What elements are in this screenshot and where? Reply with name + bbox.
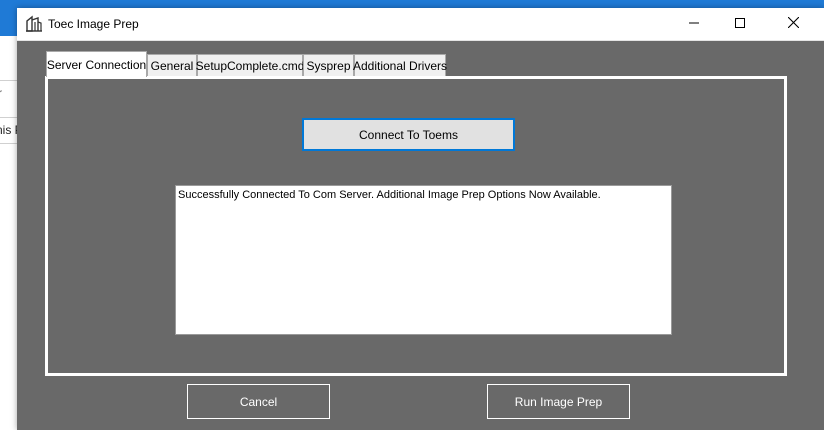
cancel-button-label: Cancel <box>239 394 278 409</box>
tab-general[interactable]: General <box>147 54 197 77</box>
maximize-icon <box>735 17 745 31</box>
close-button[interactable] <box>770 8 816 40</box>
tab-label: General <box>150 59 194 73</box>
connection-log-text: Successfully Connected To Com Server. Ad… <box>178 189 601 201</box>
window-title: Toec Image Prep <box>48 17 139 31</box>
minimize-icon <box>689 17 699 31</box>
tab-additional-drivers[interactable]: Additional Drivers <box>352 54 448 77</box>
close-icon <box>787 16 799 31</box>
title-bar[interactable]: Toec Image Prep <box>17 8 824 41</box>
tab-label: Sysprep <box>306 59 351 73</box>
toec-image-prep-window: Toec Image Prep Server Connection Genera… <box>17 8 824 430</box>
server-connection-panel: Connect To Toems Successfully Connected … <box>45 76 787 376</box>
tab-label: Server Connection <box>46 57 147 72</box>
connect-button-label: Connect To Toems <box>359 127 458 142</box>
tab-setupcomplete[interactable]: SetupComplete.cmd <box>195 54 305 77</box>
maximize-button[interactable] <box>717 8 763 40</box>
tab-label: Additional Drivers <box>352 59 448 73</box>
run-image-prep-button[interactable]: Run Image Prep <box>487 384 630 419</box>
minimize-button[interactable] <box>671 8 717 40</box>
building-icon <box>25 15 43 33</box>
tab-label: SetupComplete.cmd <box>195 59 305 73</box>
run-button-label: Run Image Prep <box>514 394 603 409</box>
tab-sysprep[interactable]: Sysprep <box>303 54 354 77</box>
connection-log-textbox[interactable]: Successfully Connected To Com Server. Ad… <box>175 185 672 335</box>
cancel-button[interactable]: Cancel <box>187 384 330 419</box>
background-app-glyph: r <box>0 86 2 100</box>
connect-to-toems-button[interactable]: Connect To Toems <box>302 118 515 151</box>
tab-server-connection[interactable]: Server Connection <box>46 51 147 77</box>
